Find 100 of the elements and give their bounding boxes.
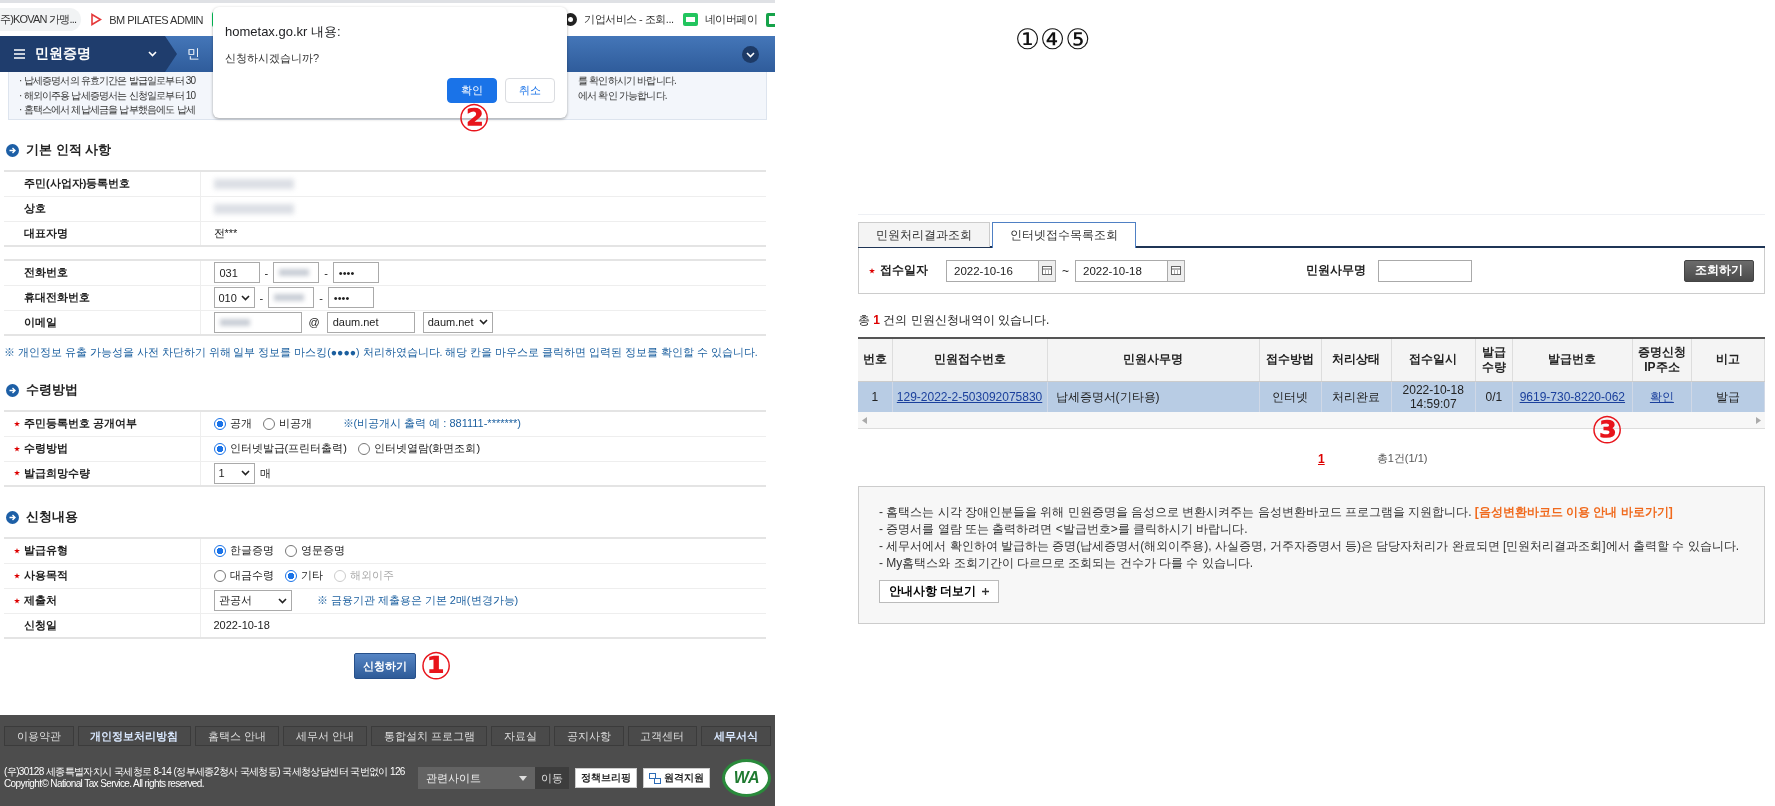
bookmark-link[interactable]: 네이버페이 — [704, 12, 757, 27]
input-field[interactable]: daum.net — [326, 311, 415, 333]
input-field[interactable] — [1378, 259, 1472, 282]
field-label: 휴대전화번호 — [24, 290, 90, 305]
go-button[interactable]: 이동 — [534, 767, 570, 789]
calendar-icon[interactable] — [1042, 266, 1052, 275]
plus-icon[interactable] — [982, 588, 990, 595]
input-field[interactable] — [268, 287, 315, 308]
dialog-message: 신청하시겠습니까? — [225, 51, 321, 66]
submit-button[interactable]: 신청하기 — [353, 653, 416, 679]
bookmark-link[interactable]: BM PILATES ADMIN — [109, 13, 204, 26]
input-field[interactable]: •••• — [332, 262, 379, 284]
radio-label: 인터넷발급(프린터출력) — [229, 441, 347, 456]
footer-link[interactable]: 고객센터 — [627, 726, 698, 746]
field-label: 신청일 — [24, 617, 57, 633]
caret-icon[interactable] — [240, 294, 250, 301]
separator-text: - — [324, 266, 328, 279]
column-header: 민원접수번호 — [892, 338, 1048, 381]
filter-label: 민원사무명 — [1306, 262, 1366, 279]
radio-label: 인터넷열람(화면조회) — [373, 441, 481, 456]
notice-text: · 납세증명서의 유효기간은 발급일로부터 30 — [19, 74, 196, 88]
notice-text: 를 확인하시기 바랍니다. — [578, 74, 676, 88]
tab[interactable]: 민원처리결과조회 — [858, 222, 990, 247]
separator-text: @ — [308, 316, 320, 329]
footer-link[interactable]: 세무서 안내 — [283, 726, 367, 746]
field-value: 2022-10-18 — [213, 619, 270, 632]
related-sites-dropdown[interactable]: 관련사이트 — [418, 767, 535, 789]
caret-icon[interactable] — [277, 597, 287, 604]
dropdown[interactable]: 010 — [213, 287, 255, 308]
footer-link[interactable]: 이용약관 — [4, 726, 74, 746]
field-label: 사용목적 — [24, 568, 68, 583]
section-icon — [6, 510, 19, 524]
breadcrumb-link[interactable]: 민 — [187, 45, 200, 63]
input-field[interactable] — [273, 262, 320, 284]
certification-badge: WA — [722, 759, 771, 797]
calendar-icon[interactable] — [1171, 266, 1181, 275]
link[interactable]: 확인 — [1649, 389, 1674, 404]
radio-button[interactable] — [213, 544, 226, 557]
radio-button[interactable] — [213, 442, 226, 455]
section-menu-button[interactable]: 민원증명 — [0, 36, 177, 72]
footer-link[interactable]: 홈택스 안내 — [195, 726, 279, 746]
input-field[interactable] — [213, 311, 302, 333]
footer-link[interactable]: 자료실 — [491, 726, 551, 746]
input-field[interactable]: •••• — [327, 287, 374, 308]
section-title: 신청내용 — [26, 508, 78, 526]
radio-label: 한글증명 — [229, 543, 274, 559]
radio-button[interactable] — [284, 569, 297, 582]
separator-text: - — [319, 291, 323, 304]
section-title: 수령방법 — [26, 381, 78, 399]
field-label: 대표자명 — [24, 225, 68, 241]
column-header: 발급 수량 — [1475, 338, 1513, 381]
radio-button[interactable] — [357, 442, 370, 455]
input-field[interactable]: 031 — [213, 262, 260, 284]
bookmark-link[interactable]: 주)KOVAN 가맹... — [0, 8, 82, 31]
column-header: 민원사무명 — [1047, 338, 1260, 381]
hint-text: ※(비공개시 출력 예 : 881111-*******) — [342, 416, 521, 432]
radio-button[interactable] — [213, 417, 226, 430]
note-text: - 증명서를 열람 또는 출력하려면 <발급번호>를 클릭하시기 바랍니다. — [879, 522, 1248, 536]
radio-label: 기타 — [300, 568, 323, 583]
radio-button[interactable] — [213, 569, 226, 582]
tilde-text: ~ — [1062, 263, 1069, 278]
column-header: 번호 — [858, 338, 892, 381]
notice-text: 에서 확인 가능합니다. — [578, 88, 667, 103]
footer-link[interactable]: 개인정보처리방침 — [77, 726, 192, 746]
page-link[interactable]: 1 — [1318, 451, 1325, 466]
bookmark-link[interactable]: 기업서비스 - 조회... — [584, 12, 674, 27]
caret-icon[interactable] — [478, 319, 488, 326]
table-row[interactable]: 1 129-2022-2-503092075830 납세증명서(기타용) 인터넷 처리완료 2022-10-18 14:59:07 0/1 9619-730-8220-062 확인 발급 — [858, 381, 1765, 412]
caret-icon[interactable] — [240, 470, 250, 477]
link[interactable]: 129-2022-2-503092075830 — [896, 389, 1043, 404]
field-label: 이메일 — [24, 314, 57, 330]
more-info-button[interactable]: 안내사항 더보기 — [879, 580, 1000, 603]
footer-link[interactable]: 통합설치 프로그램 — [370, 726, 488, 746]
footer-link[interactable]: 세무서식 — [701, 726, 771, 746]
calendar-button[interactable] — [1168, 259, 1185, 282]
menu-icon[interactable] — [14, 49, 25, 59]
dropdown[interactable]: 관공서 — [213, 590, 292, 611]
link[interactable]: 9619-730-8220-062 — [1519, 389, 1626, 404]
radio-button[interactable] — [284, 544, 297, 557]
confirm-button[interactable]: 확인 — [447, 78, 497, 103]
expand-icon[interactable] — [742, 45, 759, 63]
column-header: 발급번호 — [1512, 338, 1633, 381]
date-field[interactable]: 2022-10-16 — [946, 259, 1039, 282]
field-label: 주민등록번호 공개여부 — [24, 416, 138, 432]
date-field[interactable]: 2022-10-18 — [1075, 259, 1168, 282]
separator-text: - — [259, 291, 264, 304]
tab[interactable]: 인터넷접수목록조회 — [992, 222, 1136, 248]
step-number: ① — [420, 644, 453, 688]
column-header: 증명신청 IP주소 — [1632, 338, 1692, 381]
cancel-button[interactable]: 취소 — [505, 78, 555, 103]
monitor-icon — [649, 772, 662, 784]
calendar-button[interactable] — [1039, 259, 1056, 282]
search-button[interactable]: 조회하기 — [1684, 259, 1754, 282]
radio-label: 공개 — [229, 416, 252, 432]
remote-support-button[interactable]: 원격지원 — [643, 768, 711, 788]
dropdown[interactable]: 1 — [213, 462, 255, 484]
footer-link[interactable]: 공지사항 — [554, 726, 624, 746]
dropdown[interactable]: daum.net — [422, 311, 493, 333]
briefing-button[interactable]: 정책브리핑 — [575, 768, 638, 788]
radio-button[interactable] — [262, 417, 275, 430]
